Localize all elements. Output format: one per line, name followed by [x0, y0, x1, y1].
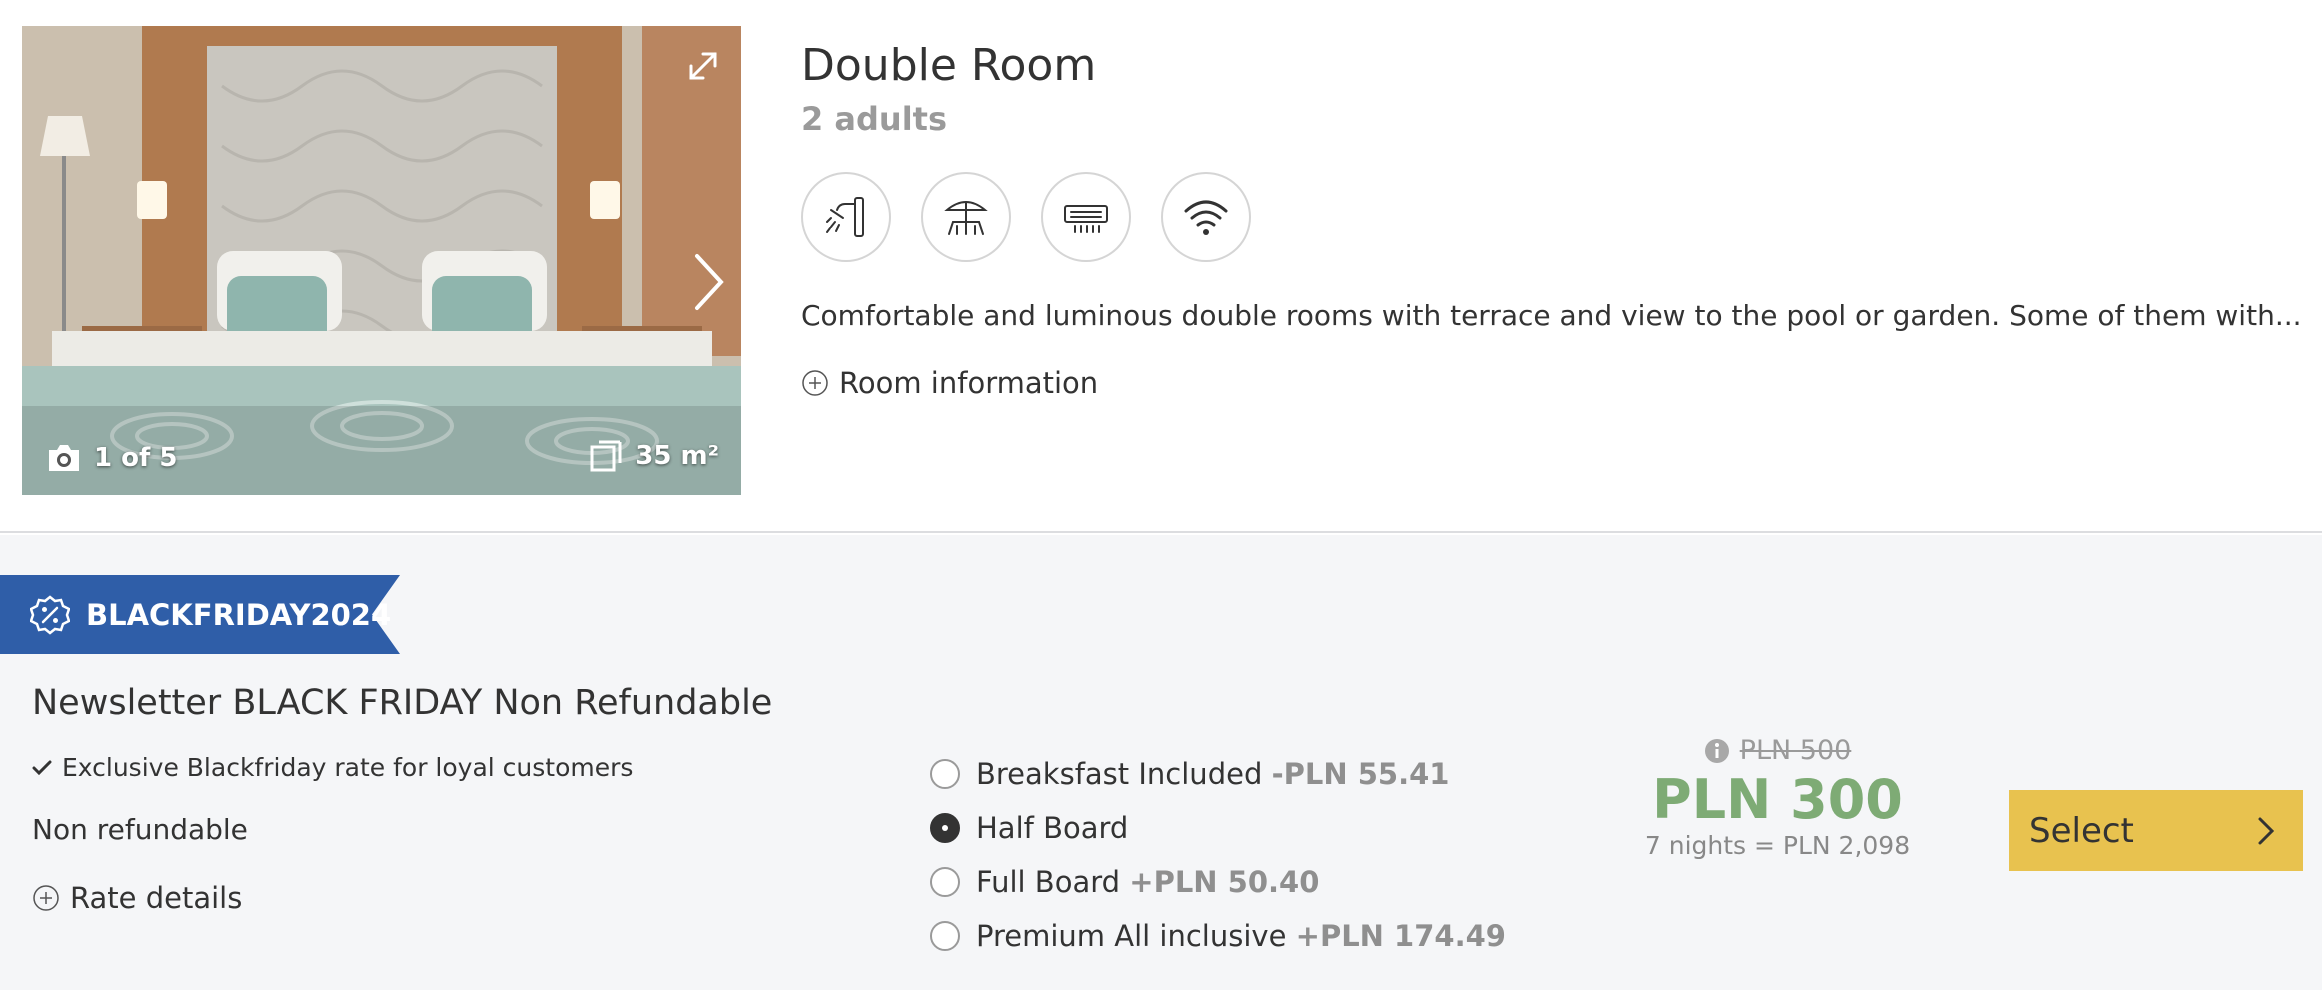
radio-button[interactable]: [930, 867, 960, 897]
board-option-all-inclusive[interactable]: Premium All inclusive +PLN 174.49: [930, 909, 1506, 963]
board-option-label: Premium All inclusive: [976, 919, 1287, 953]
room-size: 35 m²: [589, 439, 719, 473]
board-option-breakfast[interactable]: Breaksfast Included -PLN 55.41: [930, 747, 1506, 801]
discount-badge-icon: [30, 594, 70, 635]
cancellation-policy: Non refundable: [32, 813, 248, 846]
board-option-label: Half Board: [976, 811, 1129, 845]
room-information-label: Room information: [839, 366, 1099, 400]
rate-row: BLACKFRIDAY2024 Newsletter BLACK FRIDAY …: [0, 535, 2322, 990]
board-option-full-board[interactable]: Full Board +PLN 50.40: [930, 855, 1506, 909]
current-price: PLN 300: [1652, 768, 1903, 831]
radio-button[interactable]: [930, 759, 960, 789]
rate-name: Newsletter BLACK FRIDAY Non Refundable: [32, 683, 773, 723]
next-photo-chevron-icon[interactable]: [691, 252, 725, 312]
board-option-price-delta: -PLN 55.41: [1271, 757, 1450, 791]
board-option-half-board[interactable]: Half Board: [930, 801, 1506, 855]
promo-badge: BLACKFRIDAY2024: [0, 575, 400, 654]
rate-feature-text: Exclusive Blackfriday rate for loyal cus…: [62, 753, 634, 782]
room-info: Double Room 2 adults Comfortable and lum…: [801, 38, 2302, 400]
room-photo: [22, 26, 741, 495]
board-option-price-delta: +PLN 174.49: [1295, 919, 1506, 953]
price-block: PLN 500 PLN 300 7 nights = PLN 2,098: [1630, 735, 1925, 862]
board-option-price-delta: +PLN 50.40: [1129, 865, 1320, 899]
rate-feature: Exclusive Blackfriday rate for loyal cus…: [32, 753, 633, 782]
select-button[interactable]: Select: [2009, 790, 2303, 871]
check-icon: [32, 760, 52, 775]
room-title: Double Room: [801, 40, 1097, 91]
room-description: Comfortable and luminous double rooms wi…: [801, 299, 2302, 332]
camera-icon: [49, 445, 79, 471]
plus-circle-icon: [33, 885, 59, 911]
select-button-label: Select: [2029, 810, 2134, 851]
shower-icon[interactable]: [801, 172, 891, 262]
room-photo-gallery[interactable]: 1 of 5 35 m²: [22, 26, 741, 495]
original-price: PLN 500: [1739, 735, 1852, 766]
room-size-icon: [590, 440, 622, 472]
promo-code: BLACKFRIDAY2024: [86, 597, 392, 632]
board-option-label: Full Board: [976, 865, 1121, 899]
room-occupancy: 2 adults: [801, 100, 947, 138]
photo-counter-text: 1 of 5: [94, 443, 178, 473]
room-size-text: 35 m²: [635, 441, 719, 471]
wifi-icon[interactable]: [1161, 172, 1251, 262]
info-icon[interactable]: [1704, 738, 1730, 764]
plus-circle-icon: [802, 370, 828, 396]
board-options: Breaksfast Included -PLN 55.41 Half Boar…: [930, 747, 1506, 963]
amenities-list: [801, 172, 2281, 262]
rate-details-label: Rate details: [70, 881, 243, 915]
room-information-link[interactable]: Room information: [801, 366, 2281, 400]
rate-details-link[interactable]: Rate details: [32, 881, 242, 915]
radio-button-selected[interactable]: [930, 813, 960, 843]
room-card: 1 of 5 35 m² Double Room 2 adults Comfor…: [0, 0, 2322, 533]
board-option-label: Breaksfast Included: [976, 757, 1263, 791]
air-conditioning-icon[interactable]: [1041, 172, 1131, 262]
terrace-icon[interactable]: [921, 172, 1011, 262]
radio-button[interactable]: [930, 921, 960, 951]
chevron-right-icon: [2258, 817, 2275, 844]
stay-total-price: 7 nights = PLN 2,098: [1644, 831, 1911, 860]
expand-photo-icon[interactable]: [683, 46, 723, 86]
photo-counter: 1 of 5: [46, 443, 177, 473]
